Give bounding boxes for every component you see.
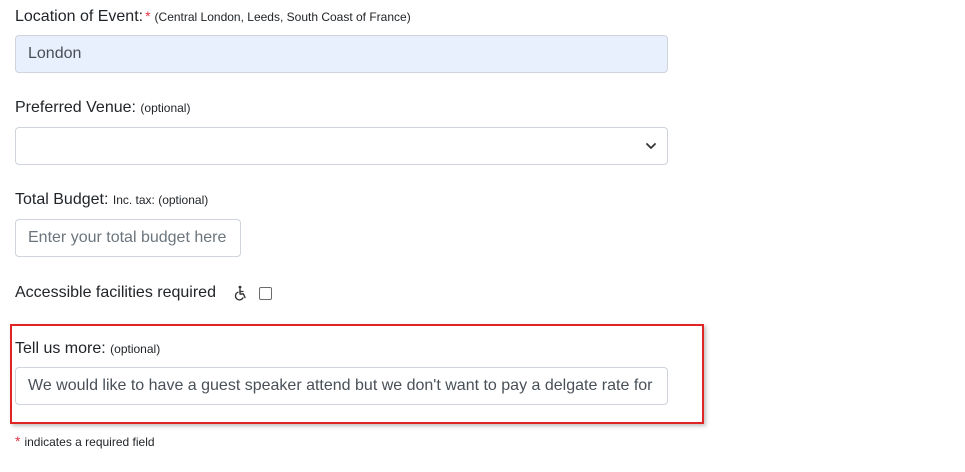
more-input[interactable]: We would like to have a guest speaker at… <box>15 367 668 405</box>
more-label-row: Tell us more: (optional) <box>15 339 160 359</box>
footnote-text: indicates a required field <box>24 435 155 449</box>
budget-placeholder: Enter your total budget here <box>28 229 227 246</box>
location-hint: (Central London, Leeds, South Coast of F… <box>154 10 411 24</box>
location-field: Location of Event: * (Central London, Leed… <box>15 6 411 27</box>
accessible-label: Accessible facilities required <box>15 284 216 301</box>
venue-hint: (optional) <box>140 101 191 115</box>
venue-select[interactable] <box>15 127 668 165</box>
footnote-star: * <box>15 433 21 449</box>
more-label: Tell us more: <box>15 340 106 357</box>
budget-field: Total Budget: Inc. tax: (optional) <box>15 190 208 210</box>
budget-label: Total Budget: <box>15 191 109 208</box>
location-input[interactable]: London <box>15 35 668 73</box>
required-footnote: * indicates a required field <box>15 433 155 451</box>
accessible-checkbox[interactable] <box>258 286 272 300</box>
location-value: London <box>28 45 82 62</box>
location-label: Location of Event: <box>15 8 144 25</box>
budget-hint: Inc. tax: (optional) <box>112 193 209 207</box>
accessible-row: Accessible facilities required <box>15 283 272 303</box>
wheelchair-icon <box>234 285 246 301</box>
venue-label: Preferred Venue: <box>15 99 136 116</box>
chevron-down-icon <box>646 143 656 149</box>
required-star: * <box>145 8 151 24</box>
more-field: Tell us more: (optional) <box>15 339 160 359</box>
more-value: We would like to have a guest speaker at… <box>28 377 653 394</box>
venue-field: Preferred Venue: (optional) <box>15 98 190 118</box>
budget-label-row: Total Budget: Inc. tax: (optional) <box>15 190 208 210</box>
venue-label-row: Preferred Venue: (optional) <box>15 98 190 118</box>
more-hint: (optional) <box>110 342 161 356</box>
location-label-row: Location of Event: * (Central London, Leed… <box>15 6 411 27</box>
accessible-field: Accessible facilities required <box>15 283 272 303</box>
event-form: Location of Event: * (Central London, Leed… <box>0 0 965 472</box>
budget-input[interactable]: Enter your total budget here <box>15 219 241 257</box>
